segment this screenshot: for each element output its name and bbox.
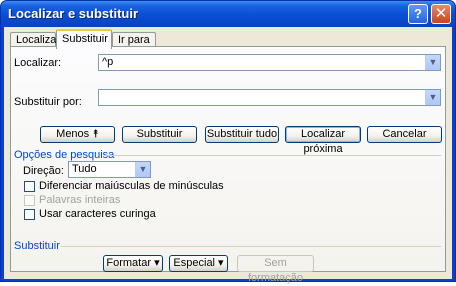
cancel-button[interactable]: Cancelar [367,126,442,143]
find-dropdown-chevron-icon[interactable]: ▼ [425,55,440,70]
search-options-title: Opções de pesquisa [14,149,115,161]
replace-all-button[interactable]: Substituir tudo [205,126,279,143]
dialog-window: Localizar e substituir ? ✕ Localizar Sub… [0,0,456,284]
find-input[interactable]: ^p [102,56,113,68]
replace-button[interactable]: Substituir [122,126,197,143]
replace-label: Substituir por: [14,96,82,108]
tab-ir-para-label: Ir para [118,34,150,46]
tab-substituir-label: Substituir [62,33,108,45]
format-button[interactable]: Formatar ▾ [103,255,163,272]
no-formatting-button: Sem formatação [237,255,314,284]
tab-substituir[interactable]: Substituir [56,29,112,49]
replace-section-title: Substituir [14,240,60,252]
tab-localizar-label: Localizar [16,34,61,46]
title-bar[interactable]: Localizar e substituir ? ✕ [1,1,455,27]
find-combobox[interactable]: ^p ▼ [98,54,441,71]
replace-section-divider [61,246,441,247]
less-button[interactable]: Menos ⯭ [40,126,115,143]
direction-select[interactable]: Tudo ▼ [68,161,151,178]
find-next-button[interactable]: Localizar próxima [285,126,361,155]
search-options-divider [104,155,441,156]
find-label: Localizar: [14,57,62,69]
direction-value: Tudo [72,163,97,175]
replace-combobox[interactable]: ▼ [98,89,441,106]
wildcards-label[interactable]: Usar caracteres curinga [39,208,156,220]
wildcards-checkbox[interactable] [24,209,35,220]
direction-label: Direção: [23,165,64,177]
direction-chevron-icon[interactable]: ▼ [135,162,150,177]
match-case-label[interactable]: Diferenciar maiúsculas de minúsculas [39,180,224,192]
close-button[interactable]: ✕ [431,4,451,24]
help-button[interactable]: ? [408,4,428,24]
whole-words-label: Palavras inteiras [39,194,121,206]
replace-tab-panel: Localizar: ^p ▼ Substituir por: ▼ Menos … [10,46,446,284]
whole-words-checkbox [24,195,35,206]
dialog-title: Localizar e substituir [8,6,139,21]
match-case-checkbox[interactable] [24,181,35,192]
dialog-client: Localizar Substituir Ir para Localizar: … [4,27,452,284]
replace-dropdown-chevron-icon[interactable]: ▼ [425,90,440,105]
special-button[interactable]: Especial ▾ [169,255,228,272]
